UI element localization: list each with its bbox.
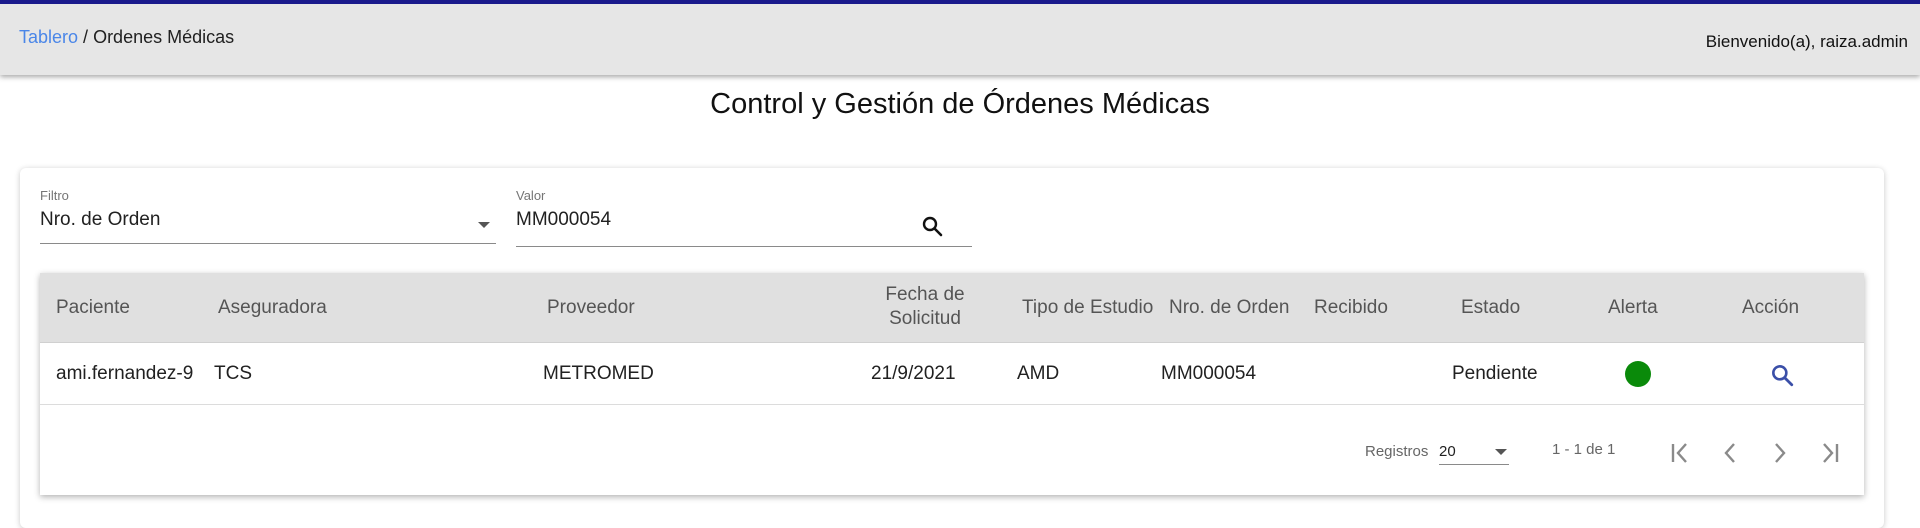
value-input[interactable]: Valor MM000054	[516, 188, 972, 247]
header-alerta: Alerta	[1608, 297, 1658, 318]
chevron-down-icon	[478, 222, 490, 228]
value-label: Valor	[516, 188, 546, 203]
header-nro: Nro. de Orden	[1169, 297, 1290, 318]
page-size-label: Registros	[1365, 443, 1429, 460]
header-fecha-line2: Solicitud	[889, 308, 961, 329]
header-paciente: Paciente	[56, 297, 130, 318]
table-row: ami.fernandez-9 TCS METROMED 21/9/2021 A…	[40, 343, 1864, 405]
next-page-icon[interactable]	[1760, 433, 1800, 473]
page-title: Control y Gestión de Órdenes Médicas	[710, 88, 1210, 120]
page-size-select[interactable]: 20	[1439, 437, 1509, 465]
header-accion: Acción	[1742, 297, 1800, 318]
breadcrumb: Tablero / Ordenes Médicas	[19, 27, 234, 48]
welcome-text: Bienvenido(a), raiza.admin	[1705, 32, 1908, 51]
cell-estado: Pendiente	[1452, 363, 1538, 384]
header-tipo: Tipo de Estudio	[1022, 297, 1154, 318]
cell-tipo: AMD	[1017, 363, 1060, 384]
cell-paciente: ami.fernandez-9	[56, 363, 194, 384]
header-aseguradora: Aseguradora	[218, 297, 327, 318]
previous-page-icon[interactable]	[1710, 433, 1750, 473]
orders-card: Filtro Nro. de Orden Valor MM000054 Paci…	[20, 168, 1884, 528]
orders-table: Paciente Aseguradora Proveedor Fecha de …	[40, 273, 1864, 495]
header-recibido: Recibido	[1314, 297, 1388, 318]
view-order-search-icon[interactable]	[1769, 362, 1795, 388]
breadcrumb-current: Ordenes Médicas	[93, 27, 235, 47]
cell-aseguradora: TCS	[214, 363, 252, 384]
filter-label: Filtro	[40, 188, 69, 203]
header-estado: Estado	[1461, 297, 1521, 318]
chevron-down-icon	[1495, 449, 1507, 455]
search-icon[interactable]	[920, 214, 944, 238]
breadcrumb-link-tablero[interactable]: Tablero	[19, 27, 78, 47]
header-proveedor: Proveedor	[547, 297, 635, 318]
first-page-icon[interactable]	[1660, 433, 1700, 473]
header-fecha-line1: Fecha de	[885, 284, 965, 305]
value-text[interactable]: MM000054	[516, 209, 972, 231]
cell-proveedor: METROMED	[543, 363, 654, 384]
pagination: Registros 20 1 - 1 de 1	[40, 405, 1864, 495]
filter-select[interactable]: Filtro Nro. de Orden	[40, 188, 496, 244]
page-range: 1 - 1 de 1	[1552, 441, 1616, 458]
header-fecha: Fecha de Solicitud	[875, 283, 975, 331]
alert-status-dot	[1625, 361, 1651, 387]
cell-fecha: 21/9/2021	[871, 363, 956, 384]
cell-nro: MM000054	[1161, 363, 1257, 384]
filter-value: Nro. de Orden	[40, 209, 161, 230]
page-size-value: 20	[1439, 443, 1456, 460]
top-bar: Tablero / Ordenes Médicas Bienvenido(a),…	[0, 0, 1920, 75]
last-page-icon[interactable]	[1810, 433, 1850, 473]
breadcrumb-separator: /	[78, 27, 94, 47]
table-header: Paciente Aseguradora Proveedor Fecha de …	[40, 273, 1864, 343]
